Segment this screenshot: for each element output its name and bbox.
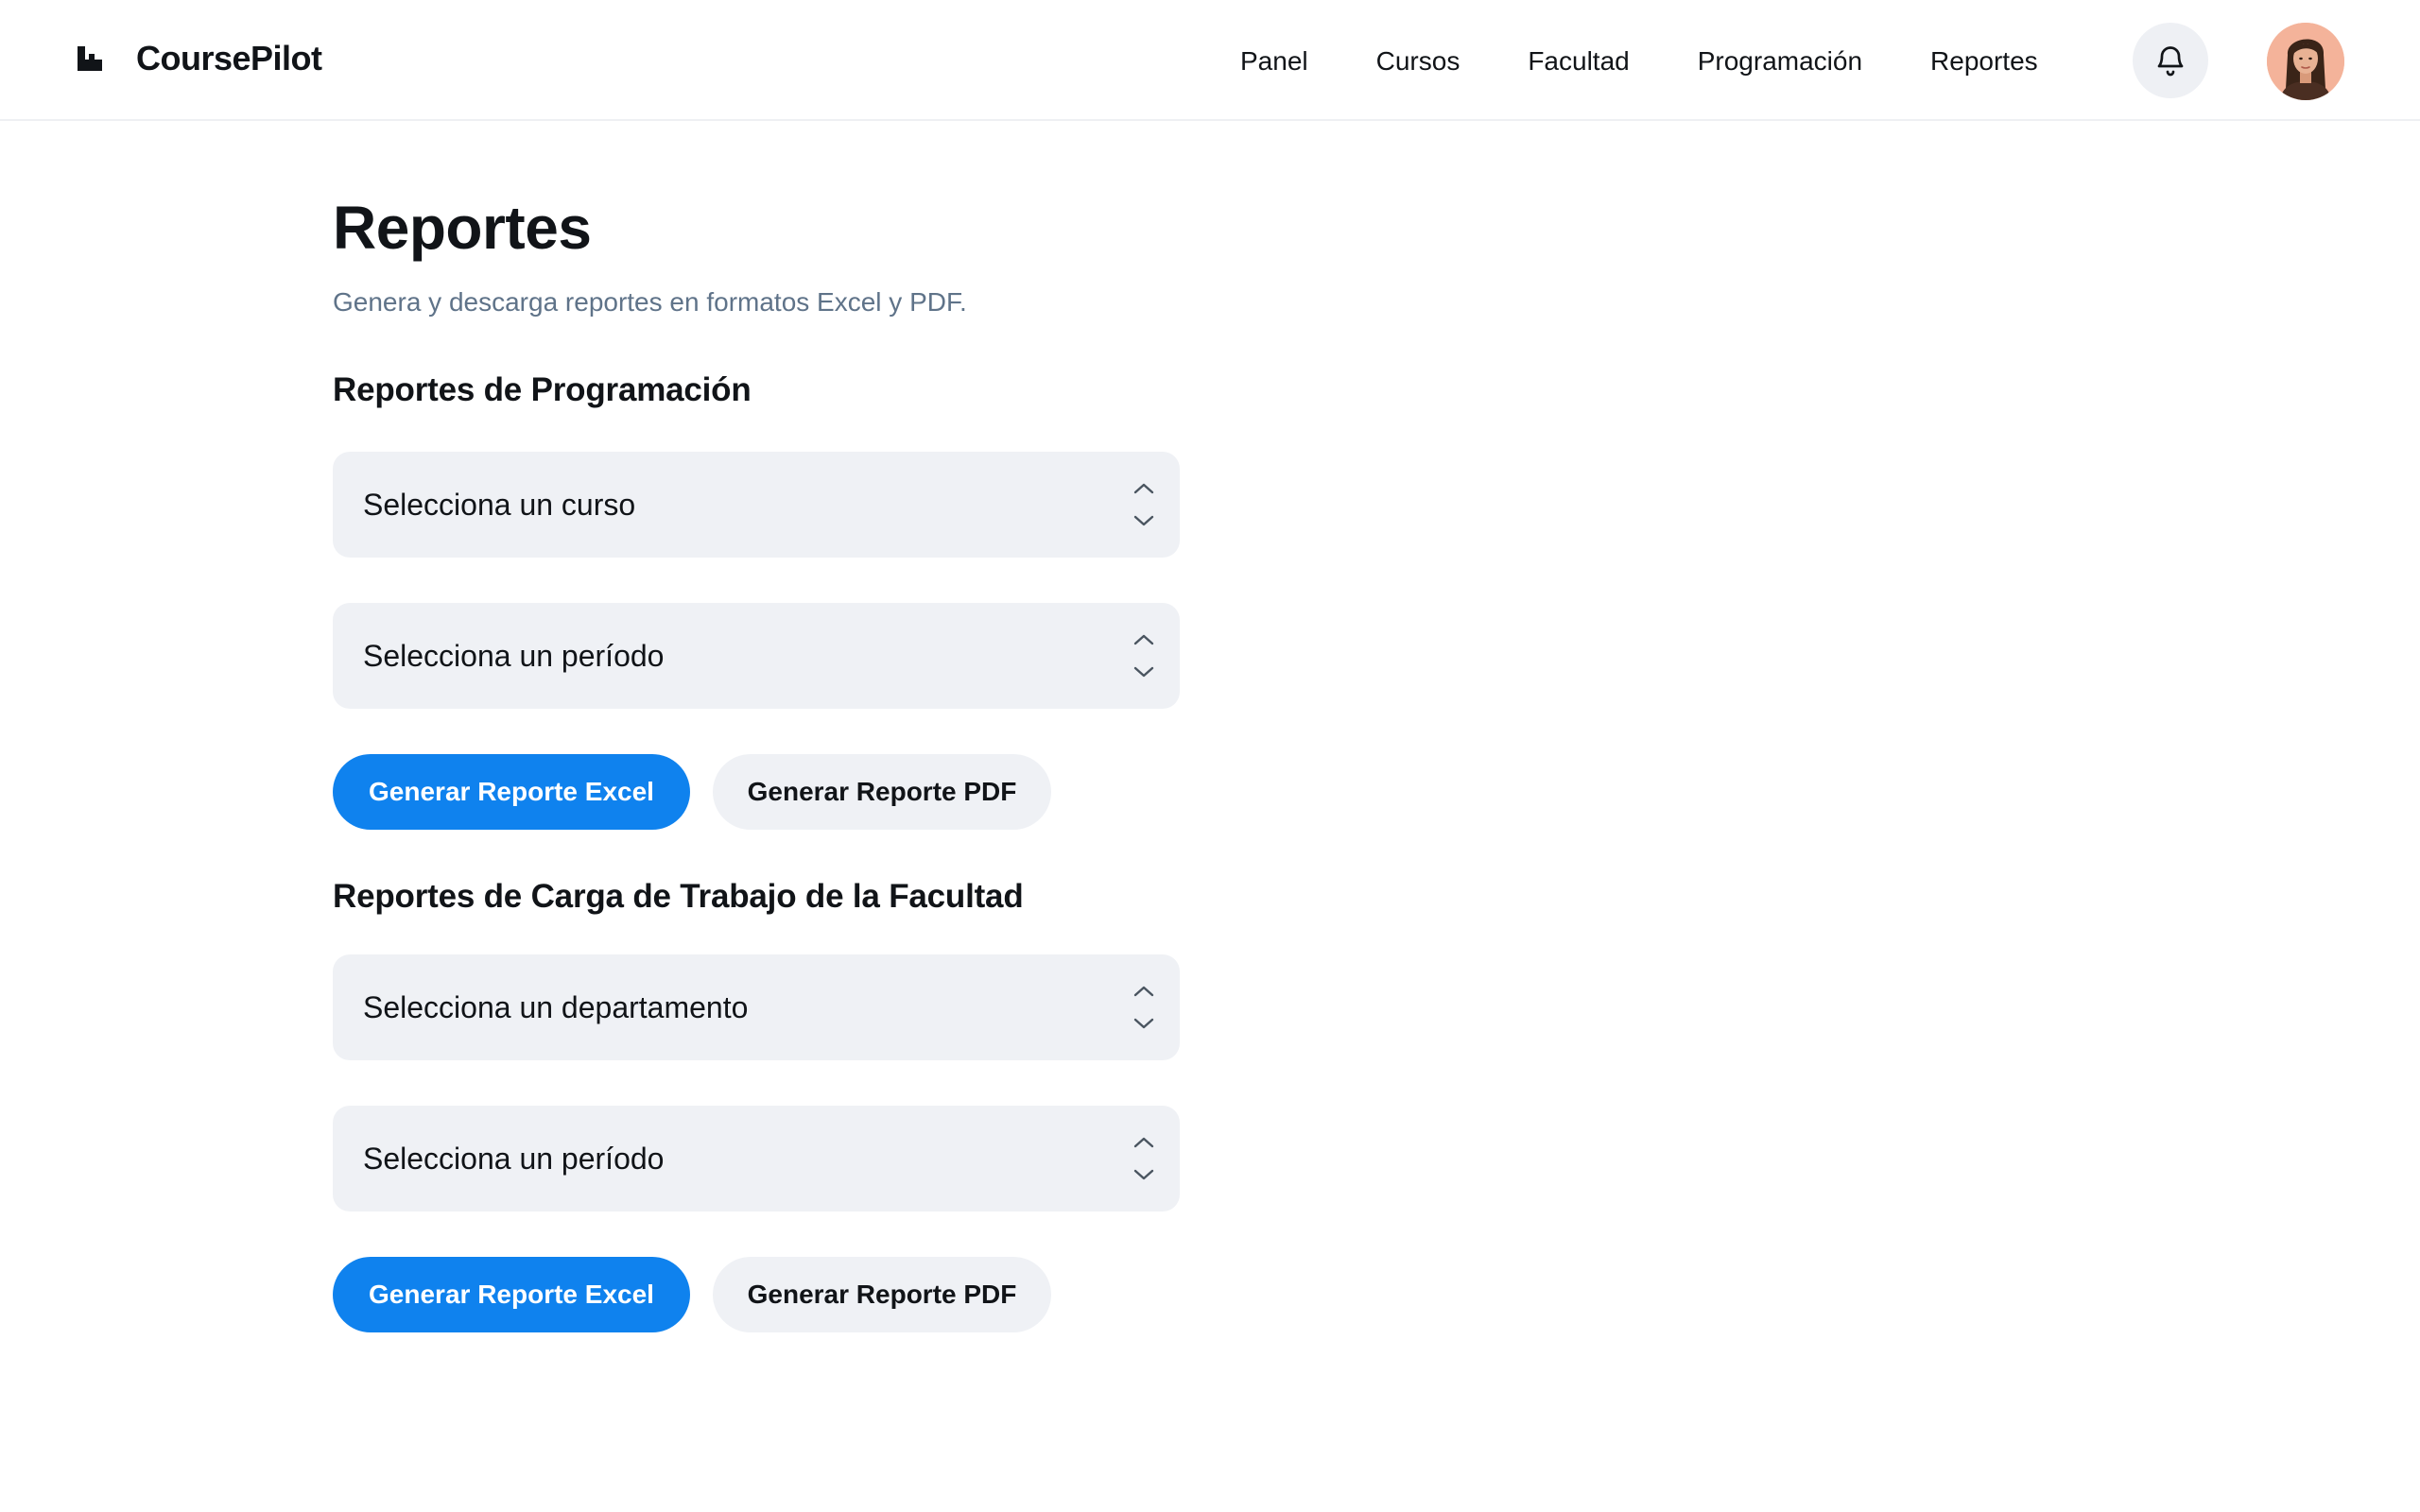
- select-value: Selecciona un curso: [363, 487, 636, 522]
- generate-excel-button[interactable]: Generar Reporte Excel: [333, 1257, 690, 1332]
- section-title: Reportes de Carga de Trabajo de la Facul…: [333, 878, 1024, 915]
- generate-pdf-button[interactable]: Generar Reporte PDF: [713, 1257, 1051, 1332]
- period-select[interactable]: Selecciona un período: [333, 1106, 1180, 1211]
- period-select[interactable]: Selecciona un período: [333, 603, 1180, 709]
- top-navigation-bar: CoursePilot Panel Cursos Facultad Progra…: [0, 0, 2420, 121]
- nav-item-programacion[interactable]: Programación: [1698, 46, 1862, 77]
- avatar-image: [2267, 23, 2344, 100]
- main-nav: Panel Cursos Facultad Programación Repor…: [1240, 38, 2038, 85]
- user-avatar[interactable]: [2267, 23, 2344, 100]
- button-row: Generar Reporte Excel Generar Reporte PD…: [333, 754, 1184, 830]
- bell-icon: [2157, 46, 2184, 77]
- nav-item-cursos[interactable]: Cursos: [1376, 46, 1461, 77]
- nav-item-reportes[interactable]: Reportes: [1930, 46, 2038, 77]
- select-value: Selecciona un período: [363, 638, 665, 673]
- main-content: Reportes Genera y descarga reportes en f…: [333, 189, 1184, 1332]
- brand[interactable]: CoursePilot: [76, 34, 322, 83]
- nav-item-panel[interactable]: Panel: [1240, 46, 1308, 77]
- generate-pdf-button[interactable]: Generar Reporte PDF: [713, 754, 1051, 830]
- chevron-up-down-icon: [1133, 483, 1154, 526]
- page-subtitle: Genera y descarga reportes en formatos E…: [333, 287, 967, 317]
- section-title: Reportes de Programación: [333, 371, 752, 408]
- chevron-up-down-icon: [1133, 634, 1154, 678]
- page-title: Reportes: [333, 194, 592, 262]
- faculty-workload-reports-section: Reportes de Carga de Trabajo de la Facul…: [333, 875, 1184, 1332]
- notifications-button[interactable]: [2133, 23, 2208, 98]
- button-row: Generar Reporte Excel Generar Reporte PD…: [333, 1257, 1184, 1332]
- scheduling-reports-section: Reportes de Programación Selecciona un c…: [333, 369, 1184, 830]
- select-value: Selecciona un departamento: [363, 989, 749, 1024]
- select-value: Selecciona un período: [363, 1141, 665, 1176]
- department-select[interactable]: Selecciona un departamento: [333, 954, 1180, 1060]
- brand-logo-icon: [78, 46, 102, 71]
- chevron-up-down-icon: [1133, 986, 1154, 1029]
- brand-name: CoursePilot: [136, 39, 322, 77]
- generate-excel-button[interactable]: Generar Reporte Excel: [333, 754, 690, 830]
- nav-item-facultad[interactable]: Facultad: [1528, 46, 1629, 77]
- chevron-up-down-icon: [1133, 1137, 1154, 1180]
- course-select[interactable]: Selecciona un curso: [333, 452, 1180, 558]
